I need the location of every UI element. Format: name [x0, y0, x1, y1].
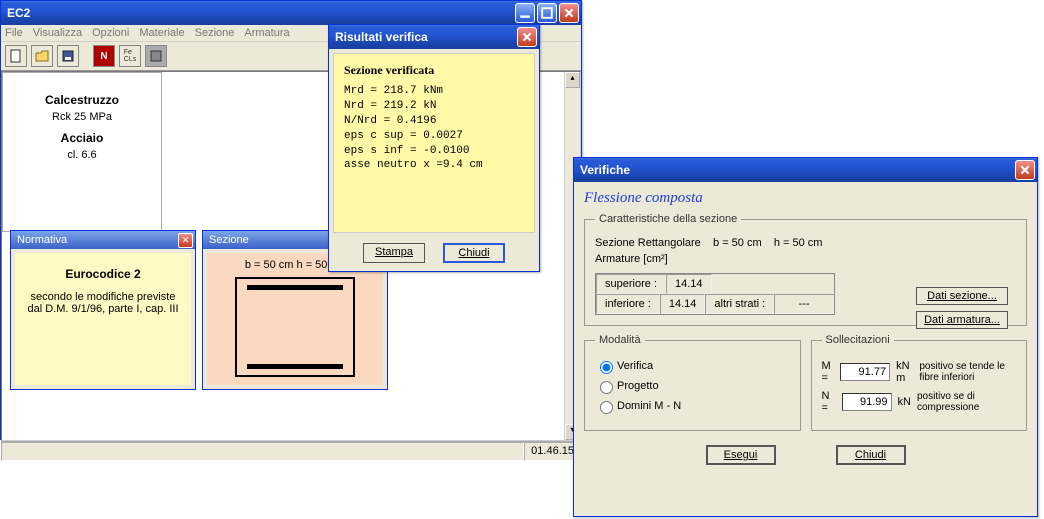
verifiche-titlebar[interactable]: Verifiche — [574, 158, 1037, 182]
normativa-panel: Normativa ✕ Eurocodice 2 secondo le modi… — [10, 230, 196, 390]
verifiche-chiudi-button[interactable]: Chiudi — [836, 445, 906, 465]
risultati-button-row: Stampa Chiudi — [329, 237, 539, 269]
radio-verifica[interactable]: Verifica — [595, 358, 790, 374]
arm-altri-label: altri strati : — [705, 294, 774, 314]
maximize-button[interactable] — [537, 3, 557, 23]
sollecitazioni-fieldset: Sollecitazioni M = kN m positivo se tend… — [811, 334, 1028, 431]
menu-opzioni[interactable]: Opzioni — [92, 27, 129, 39]
right-button-column: Dati sezione... Dati armatura... — [916, 287, 1008, 329]
menu-armatura[interactable]: Armatura — [244, 27, 289, 39]
materiali-body: Calcestruzzo Rck 25 MPa Acciaio cl. 6.6 — [3, 73, 161, 169]
toolbar-section-icon[interactable] — [145, 45, 167, 67]
modalita-legend: Modalità — [595, 334, 645, 346]
toolbar-save-icon[interactable] — [57, 45, 79, 67]
armature-label: Armature [cm²] — [595, 253, 1016, 265]
arm-altri-value: --- — [774, 294, 834, 314]
risultati-line-2: N/Nrd = 0.4196 — [344, 114, 524, 129]
risultati-line-6: asse neutro x =9.4 cm — [344, 158, 524, 173]
radio-progetto-input[interactable] — [600, 381, 613, 394]
verifiche-button-row: Esegui Chiudi — [584, 439, 1027, 467]
calcestruzzo-value: Rck 25 MPa — [11, 111, 153, 123]
risultati-line-4: eps c sup = 0.0027 — [344, 129, 524, 144]
radio-domini-input[interactable] — [600, 401, 613, 414]
m-unit: kN m — [896, 360, 913, 384]
menu-materiale[interactable]: Materiale — [139, 27, 184, 39]
close-button[interactable] — [559, 3, 579, 23]
dati-armatura-button[interactable]: Dati armatura... — [916, 311, 1008, 329]
n-input[interactable] — [842, 393, 892, 411]
acciaio-heading: Acciaio — [11, 131, 153, 145]
armature-table: superiore : 14.14 inferiore : 14.14 altr… — [595, 273, 835, 315]
menu-file[interactable]: File — [5, 27, 23, 39]
statusbar-spacer — [1, 442, 524, 461]
normativa-text: secondo le modifiche previste dal D.M. 9… — [27, 291, 178, 315]
radio-verifica-input[interactable] — [600, 361, 613, 374]
arm-sup-label: superiore : — [596, 274, 666, 294]
normativa-title: Normativa — [17, 234, 178, 246]
toolbar-n-icon[interactable]: N — [93, 45, 115, 67]
minimize-button[interactable] — [515, 3, 535, 23]
verifiche-dialog: Verifiche Flessione composta Caratterist… — [573, 157, 1038, 517]
verifiche-heading: Flessione composta — [584, 190, 1027, 207]
normativa-close-icon[interactable]: ✕ — [178, 233, 193, 248]
table-row: superiore : 14.14 — [596, 274, 834, 294]
sezione-body: b = 50 cm h = 50 cm — [207, 253, 383, 385]
normativa-heading: Eurocodice 2 — [23, 267, 183, 281]
arm-inf-value: 14.14 — [660, 294, 706, 314]
main-titlebar[interactable]: EC2 — [1, 1, 581, 25]
menu-sezione[interactable]: Sezione — [195, 27, 235, 39]
risultati-dialog: Risultati verifica Sezione verificata Mr… — [328, 24, 540, 272]
menu-visualizza[interactable]: Visualizza — [33, 27, 82, 39]
n-label: N = — [822, 390, 836, 414]
risultati-close-icon[interactable] — [517, 27, 537, 47]
arm-inf-label: inferiore : — [596, 294, 660, 314]
risultati-line-1: Nrd = 219.2 kN — [344, 99, 524, 114]
m-note: positivo se tende le fibre inferiori — [919, 361, 1016, 383]
arm-sup-value: 14.14 — [666, 274, 712, 294]
table-row: inferiore : 14.14 altri strati : --- — [596, 294, 834, 314]
dati-sezione-button[interactable]: Dati sezione... — [916, 287, 1008, 305]
statusbar: 01.46.15 — [1, 441, 581, 461]
m-input[interactable] — [840, 363, 890, 381]
acciaio-value: cl. 6.6 — [11, 149, 153, 161]
risultati-body: Sezione verificata Mrd = 218.7 kNm Nrd =… — [333, 53, 535, 233]
caratteristiche-fieldset: Caratteristiche della sezione Sezione Re… — [584, 213, 1027, 326]
chiudi-button[interactable]: Chiudi — [443, 243, 505, 263]
main-title: EC2 — [7, 6, 513, 20]
stampa-button[interactable]: Stampa — [363, 243, 425, 263]
verifiche-close-icon[interactable] — [1015, 160, 1035, 180]
toolbar-fecls-icon[interactable]: FeCLs — [119, 45, 141, 67]
modalita-fieldset: Modalità Verifica Progetto Domini M - N — [584, 334, 801, 431]
radio-domini[interactable]: Domini M - N — [595, 398, 790, 414]
risultati-line-0: Mrd = 218.7 kNm — [344, 84, 524, 99]
n-note: positivo se di compressione — [917, 391, 1016, 413]
caratteristiche-legend: Caratteristiche della sezione — [595, 213, 741, 225]
esegui-button[interactable]: Esegui — [706, 445, 776, 465]
sollecitazioni-legend: Sollecitazioni — [822, 334, 894, 346]
verifiche-body: Flessione composta Caratteristiche della… — [574, 182, 1037, 473]
calcestruzzo-heading: Calcestruzzo — [11, 93, 153, 107]
sezione-line: Sezione Rettangolare b = 50 cm h = 50 cm — [595, 237, 1016, 249]
risultati-line-5: eps s inf = -0.0100 — [344, 144, 524, 159]
n-unit: kN — [898, 396, 911, 408]
normativa-titlebar[interactable]: Normativa ✕ — [11, 231, 195, 249]
toolbar-open-icon[interactable] — [31, 45, 53, 67]
m-label: M = — [822, 360, 835, 384]
risultati-header: Sezione verificata — [344, 62, 524, 78]
toolbar-new-icon[interactable] — [5, 45, 27, 67]
risultati-titlebar[interactable]: Risultati verifica — [329, 25, 539, 49]
scrollbar-up-icon[interactable]: ▴ — [565, 72, 580, 88]
materiali-panel: Calcestruzzo Rck 25 MPa Acciaio cl. 6.6 — [2, 72, 162, 232]
normativa-body: Eurocodice 2 secondo le modifiche previs… — [15, 253, 191, 385]
risultati-title: Risultati verifica — [335, 30, 515, 44]
radio-progetto[interactable]: Progetto — [595, 378, 790, 394]
section-rect-icon — [235, 277, 355, 377]
verifiche-title: Verifiche — [580, 163, 1013, 177]
